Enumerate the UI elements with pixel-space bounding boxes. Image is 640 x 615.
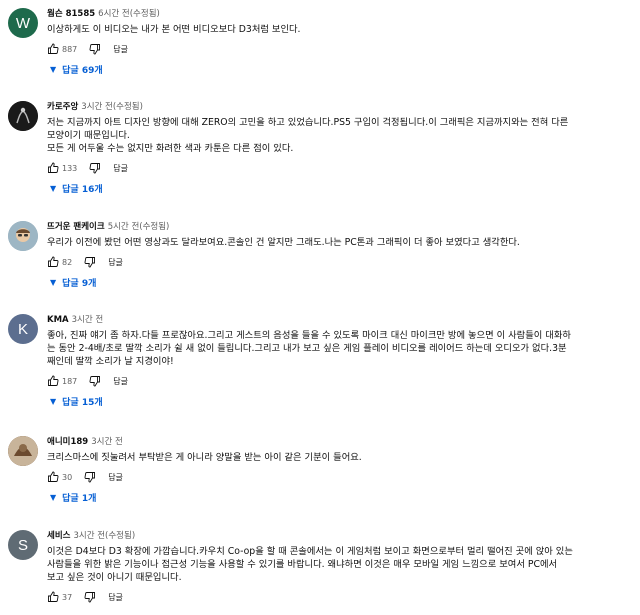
comment-text-line: 이상하게도 이 비디오는 내가 본 어떤 비디오보다 D3처럼 보인다. [47, 24, 301, 35]
comment-author[interactable]: 카로주앙 [47, 102, 78, 112]
dislike-button[interactable] [89, 375, 101, 387]
thumbs-up-icon [48, 471, 59, 482]
avatar[interactable] [8, 101, 38, 131]
thumbs-down-icon [84, 592, 96, 603]
thumbs-down-icon [84, 257, 96, 268]
like-button[interactable] [47, 591, 59, 603]
comment-text-line: 는 동안 2-4배/초로 딸깍 소리가 쉴 새 없이 들립니다.그리고 내가 보… [47, 343, 567, 354]
thumbs-down-icon [84, 472, 96, 483]
comment-text: 저는 지금까지 아트 디자인 방향에 대해 ZERO의 고민을 하고 있었습니다… [47, 116, 632, 155]
reply-button[interactable]: 답글 [113, 44, 128, 55]
reply-button[interactable]: 답글 [108, 257, 123, 268]
avatar-letter: K [17, 320, 28, 338]
reply-button[interactable]: 답글 [113, 163, 128, 174]
comment-time[interactable]: 3시간 전(수정됨) [81, 102, 143, 112]
like-count: 187 [62, 376, 78, 386]
avatar[interactable] [8, 436, 38, 466]
comment-text-line: 저는 지금까지 아트 디자인 방향에 대해 ZERO의 고민을 하고 있었습니다… [47, 117, 569, 128]
avatar-letter: W [15, 14, 31, 32]
avatar-image-icon [8, 221, 38, 251]
caret-down-icon: ▼ [50, 65, 57, 74]
comment-text-line: 사람들을 위한 밝은 기능이나 접근성 기능을 사용할 수 있기를 바랍니다. … [47, 559, 558, 570]
thumbs-up-icon [48, 43, 59, 54]
avatar-image-icon [8, 436, 38, 466]
comment-text: 이것은 D4보다 D3 확장에 가깝습니다.카우치 Co-op을 할 때 콘솔에… [47, 545, 632, 584]
avatar-letter: S [17, 536, 28, 554]
reply-button[interactable]: 답글 [113, 376, 128, 387]
like-count: 37 [62, 592, 73, 602]
thumbs-up-icon [48, 162, 59, 173]
comment-text: 좋아, 진짜 얘기 좀 하자.다들 프로잖아요.그리고 게스트의 음성을 들을 … [47, 329, 632, 368]
dislike-button[interactable] [89, 162, 101, 174]
comment-text: 크리스마스에 짓눌려서 부탁받은 게 아니라 양말을 받는 아이 같은 기분이 … [47, 451, 632, 464]
like-count: 30 [62, 472, 73, 482]
dislike-button[interactable] [84, 471, 96, 483]
thumbs-down-icon [89, 44, 101, 55]
comment-time[interactable]: 3시간 전 [91, 437, 123, 447]
comment-text-line: 째인데 딸깍 소리가 날 지경이야! [47, 356, 174, 367]
view-replies-button[interactable]: ▼ 답글 69개 [50, 63, 632, 76]
comment-author[interactable]: 뜨거운 팬케이크 [47, 222, 105, 232]
comment-text: 이상하게도 이 비디오는 내가 본 어떤 비디오보다 D3처럼 보인다. [47, 23, 632, 36]
comment-text-line: 모양이기 때문입니다. [47, 130, 130, 141]
caret-down-icon: ▼ [50, 184, 57, 193]
comment-author[interactable]: 웜슨 81585 [47, 9, 95, 19]
replies-count-label: 답글 69개 [62, 66, 103, 76]
view-replies-button[interactable]: ▼ 답글 1개 [50, 491, 632, 504]
avatar[interactable]: S [8, 530, 38, 560]
like-button[interactable] [47, 162, 59, 174]
comment-text-line: 좋아, 진짜 얘기 좀 하자.다들 프로잖아요.그리고 게스트의 음성을 들을 … [47, 330, 571, 341]
replies-count-label: 답글 9개 [62, 279, 97, 289]
comment-time[interactable]: 5시간 전(수정됨) [108, 222, 170, 232]
caret-down-icon: ▼ [50, 397, 57, 406]
comments-section: W 웜슨 81585 6시간 전(수정됨) 이상하게도 이 비디오는 내가 본 어… [0, 0, 640, 615]
comment-time[interactable]: 3시간 전 [72, 315, 104, 325]
caret-down-icon: ▼ [50, 493, 57, 502]
like-button[interactable] [47, 375, 59, 387]
dislike-button[interactable] [89, 43, 101, 55]
dislike-button[interactable] [84, 591, 96, 603]
like-count: 887 [62, 44, 78, 54]
comment-author[interactable]: 세비스 [47, 531, 70, 541]
like-button[interactable] [47, 256, 59, 268]
comment-author[interactable]: 애니미189 [47, 437, 88, 447]
replies-count-label: 답글 1개 [62, 494, 97, 504]
avatar[interactable]: W [8, 8, 38, 38]
thumbs-down-icon [89, 376, 101, 387]
view-replies-button[interactable]: ▼ 답글 16개 [50, 182, 632, 195]
replies-count-label: 답글 15개 [62, 398, 103, 408]
thumbs-up-icon [48, 375, 59, 386]
thumbs-up-icon [48, 591, 59, 602]
avatar-image-icon [8, 101, 38, 131]
replies-count-label: 답글 16개 [62, 185, 103, 195]
comment-text-line: 모든 게 어두울 수는 없지만 화려한 색과 카툰은 다른 점이 있다. [47, 143, 294, 154]
like-count: 133 [62, 163, 78, 173]
view-replies-button[interactable]: ▼ 답글 15개 [50, 395, 632, 408]
dislike-button[interactable] [84, 256, 96, 268]
comment-time[interactable]: 6시간 전(수정됨) [98, 9, 160, 19]
reply-button[interactable]: 답글 [108, 472, 123, 483]
comment-text-line: 이것은 D4보다 D3 확장에 가깝습니다.카우치 Co-op을 할 때 콘솔에… [47, 546, 573, 557]
thumbs-down-icon [89, 163, 101, 174]
comment-text-line: 우리가 이전에 봤던 어떤 영상과도 달라보여요.콘솔인 건 알지만 그래도.나… [47, 237, 520, 248]
thumbs-up-icon [48, 256, 59, 267]
view-replies-button[interactable]: ▼ 답글 9개 [50, 276, 632, 289]
comment-author[interactable]: KMA [47, 315, 69, 325]
like-button[interactable] [47, 471, 59, 483]
comment-time[interactable]: 3시간 전(수정됨) [73, 531, 135, 541]
avatar[interactable]: K [8, 314, 38, 344]
comment-text-line: 보고 싶은 것이 아니기 때문입니다. [47, 572, 182, 583]
reply-button[interactable]: 답글 [108, 592, 123, 603]
caret-down-icon: ▼ [50, 278, 57, 287]
like-count: 82 [62, 257, 73, 267]
like-button[interactable] [47, 43, 59, 55]
comment-text-line: 크리스마스에 짓눌려서 부탁받은 게 아니라 양말을 받는 아이 같은 기분이 … [47, 452, 362, 463]
avatar[interactable] [8, 221, 38, 251]
comment-text: 우리가 이전에 봤던 어떤 영상과도 달라보여요.콘솔인 건 알지만 그래도.나… [47, 236, 632, 249]
